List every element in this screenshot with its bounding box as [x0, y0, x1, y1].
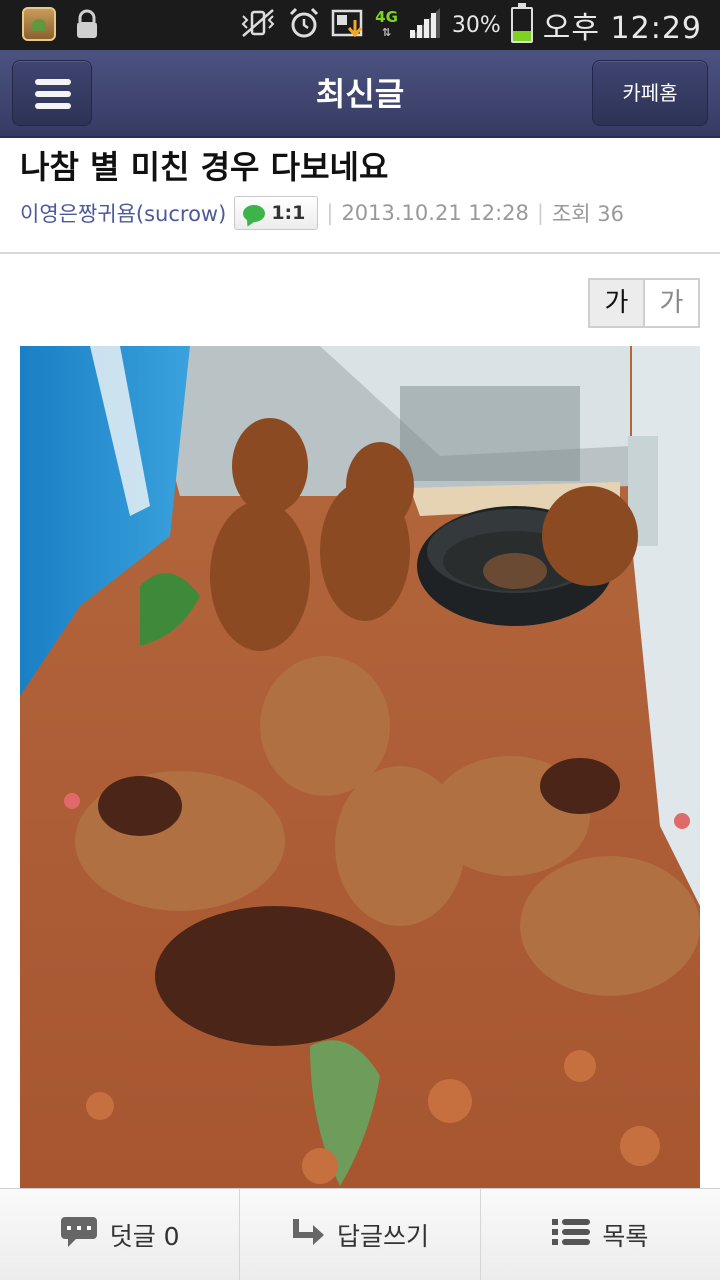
comments-label: 덧글 0 — [109, 1221, 180, 1251]
bottom-action-bar: 덧글 0 답글쓰기 목록 — [0, 1188, 720, 1280]
font-small-button[interactable]: 가 — [590, 280, 645, 326]
meta-separator: | — [326, 201, 334, 225]
lock-icon — [70, 7, 104, 41]
meta-separator: | — [536, 201, 544, 225]
chat-bubble-icon — [243, 204, 266, 222]
hamburger-icon — [35, 91, 71, 97]
battery-icon — [510, 3, 533, 43]
battery-percent: 30% — [451, 12, 501, 38]
post-date: 2013.10.21 12:28 — [341, 201, 529, 225]
view-count: 조회 36 — [551, 202, 624, 226]
download-icon — [331, 6, 365, 44]
post-meta: 이영은짱귀욤(sucrow) 1:1 | 2013.10.21 12:28 | … — [20, 194, 624, 232]
vibrate-off-icon — [239, 8, 277, 42]
list-icon — [552, 1217, 591, 1253]
reply-label: 답글쓰기 — [336, 1221, 429, 1251]
font-large-button[interactable]: 가 — [645, 280, 698, 326]
reply-button[interactable]: 답글쓰기 — [240, 1189, 481, 1280]
chat-button[interactable]: 1:1 — [234, 196, 319, 230]
status-time: 오후 12:29 — [542, 11, 702, 46]
app-header: 최신글 카페홈 — [0, 50, 720, 138]
font-size-toggle: 가 가 — [588, 278, 700, 328]
menu-button[interactable] — [12, 60, 92, 126]
status-bar: 4G ⇅ 30% 오후 12:29 — [0, 0, 720, 50]
battery-level — [512, 31, 531, 41]
signal-icon — [408, 8, 442, 42]
header-divider — [0, 252, 720, 254]
reply-arrow-icon — [291, 1217, 325, 1253]
chickens-photo — [20, 346, 700, 1188]
post-image[interactable] — [20, 346, 700, 1188]
list-label: 목록 — [602, 1221, 649, 1251]
comment-bubble-icon — [60, 1216, 98, 1254]
cafe-home-button[interactable]: 카페홈 — [592, 60, 708, 126]
page-title: 최신글 — [315, 75, 405, 113]
chat-button-label: 1:1 — [271, 202, 306, 224]
4g-icon: 4G ⇅ — [375, 8, 398, 40]
post-title: 나참 별 미친 경우 다보네요 — [20, 148, 389, 186]
hamburger-icon — [35, 103, 71, 109]
alarm-icon — [287, 6, 321, 44]
gallery-icon — [22, 7, 56, 41]
hamburger-icon — [35, 79, 71, 85]
author-link[interactable]: 이영은짱귀욤(sucrow) — [20, 198, 226, 228]
list-button[interactable]: 목록 — [481, 1189, 720, 1280]
comments-button[interactable]: 덧글 0 — [0, 1189, 241, 1280]
